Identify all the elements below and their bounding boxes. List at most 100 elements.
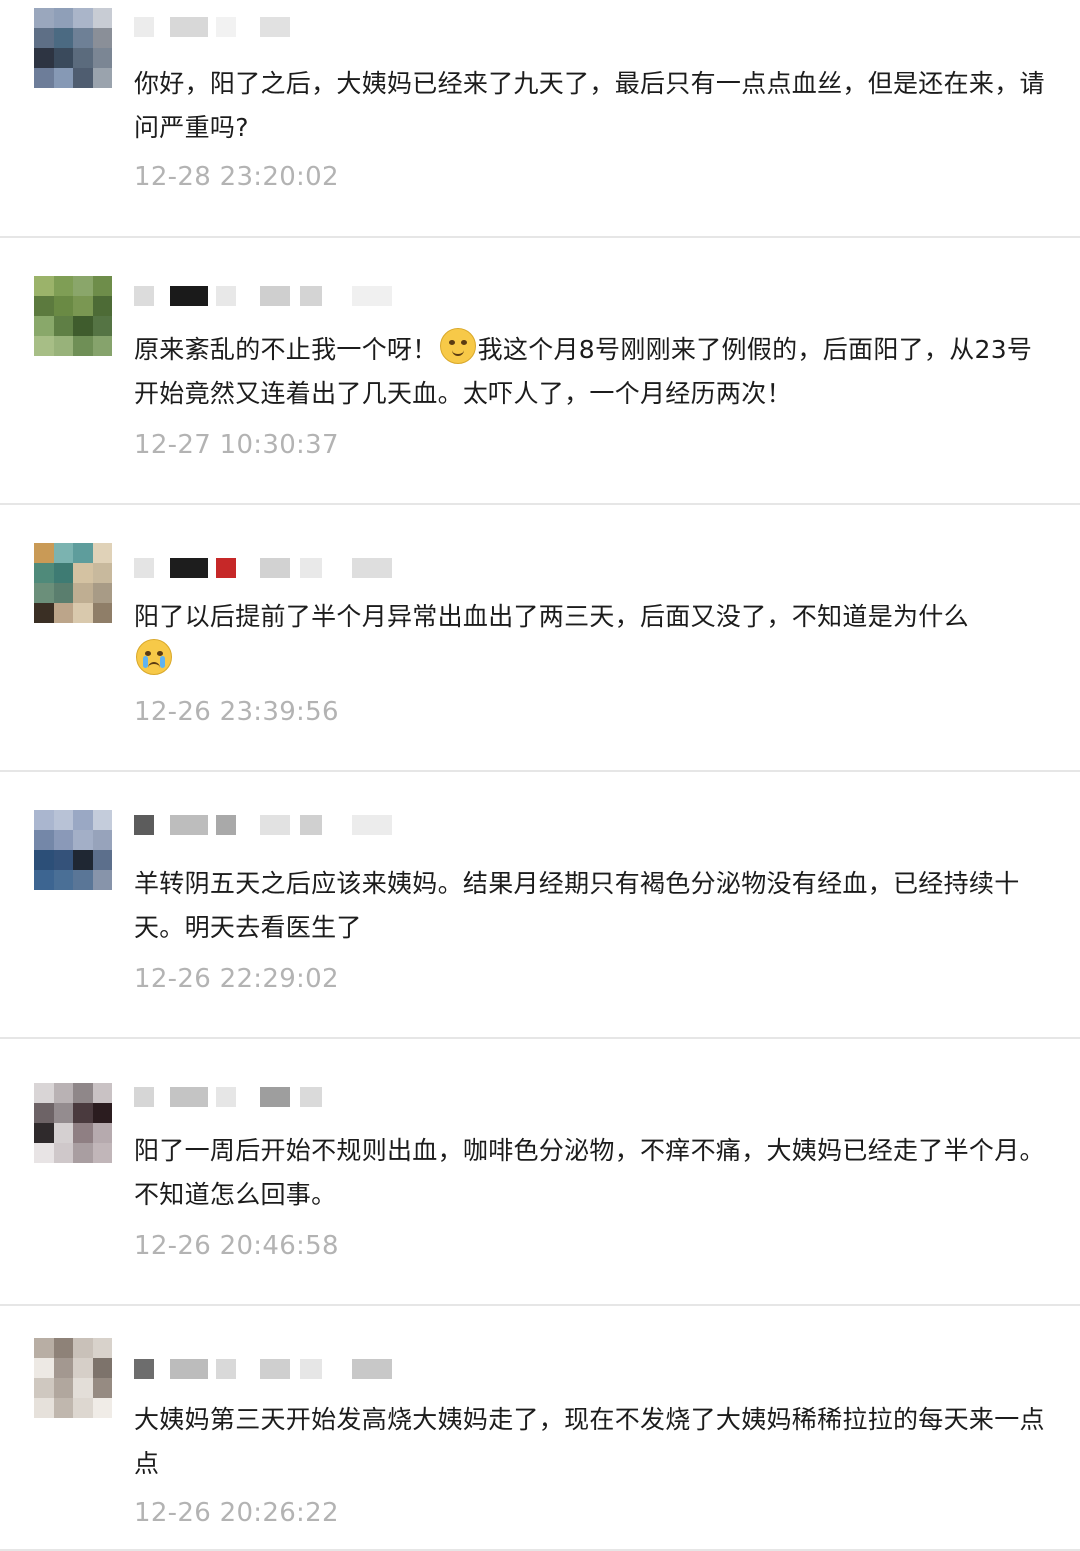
name-pixel — [260, 815, 290, 835]
name-pixel — [216, 558, 236, 578]
avatar-pixel — [34, 1083, 54, 1103]
name-pixel — [260, 17, 290, 37]
avatar-pixel — [92, 1143, 112, 1163]
avatar-pixel — [92, 1123, 112, 1143]
avatar[interactable] — [34, 276, 112, 356]
avatar-pixel — [34, 1398, 54, 1418]
avatar-pixel — [92, 870, 112, 890]
avatar-pixel — [73, 336, 93, 356]
avatar[interactable] — [34, 8, 112, 88]
avatar[interactable] — [34, 1083, 112, 1163]
name-pixel — [300, 558, 322, 578]
name-pixel — [300, 1087, 322, 1107]
avatar-pixel — [34, 48, 54, 68]
avatar[interactable] — [34, 543, 112, 623]
blurred-username[interactable] — [134, 1358, 404, 1380]
avatar-pixel — [92, 276, 112, 296]
avatar-pixel — [34, 1123, 54, 1143]
avatar-pixel — [92, 543, 112, 563]
name-pixel — [216, 286, 236, 306]
comment-item: 阳了一周后开始不规则出血，咖啡色分泌物，不痒不痛，大姨妈已经走了半个月。不知道怎… — [0, 1039, 1080, 1306]
blurred-username[interactable] — [134, 814, 404, 836]
comment-text: 大姨妈第三天开始发高烧大姨妈走了，现在不发烧了大姨妈稀稀拉拉的每天来一点点 — [134, 1405, 1045, 1478]
name-pixel — [170, 558, 208, 578]
avatar-pixel — [34, 296, 54, 316]
avatar-pixel — [73, 68, 93, 88]
avatar-pixel — [92, 1398, 112, 1418]
avatar-pixel — [73, 543, 93, 563]
comment-text: 阳了以后提前了半个月异常出血出了两三天，后面又没了，不知道是为什么 — [134, 595, 1046, 683]
avatar-pixel — [34, 1378, 54, 1398]
avatar[interactable] — [34, 1338, 112, 1418]
rolling-eyes-emoji-icon — [439, 328, 476, 364]
avatar-pixel — [73, 1083, 93, 1103]
avatar-pixel — [53, 1103, 73, 1123]
avatar-pixel — [92, 810, 112, 830]
avatar-pixel — [92, 850, 112, 870]
comment-item: 原来紊乱的不止我一个呀！ 我这个月8号刚刚来了例假的，后面阳了，从23号开始竟然又… — [0, 238, 1080, 505]
comment-text: 你好，阳了之后，大姨妈已经来了九天了，最后只有一点点血丝，但是还在来，请问严重吗… — [134, 69, 1045, 142]
name-pixel — [170, 17, 208, 37]
avatar-pixel — [73, 48, 93, 68]
avatar-pixel — [34, 1338, 54, 1358]
avatar-pixel — [92, 48, 112, 68]
blurred-username[interactable] — [134, 557, 404, 579]
avatar[interactable] — [34, 810, 112, 890]
blurred-username[interactable] — [134, 1086, 352, 1108]
name-pixel — [134, 286, 154, 306]
avatar-pixel — [92, 1358, 112, 1378]
comment-item: 羊转阴五天之后应该来姨妈。结果月经期只有褐色分泌物没有经血，已经持续十天。明天去… — [0, 772, 1080, 1039]
avatar-pixel — [73, 1338, 93, 1358]
avatar-pixel — [53, 603, 73, 623]
avatar-pixel — [34, 68, 54, 88]
avatar-pixel — [73, 603, 93, 623]
name-pixel — [134, 17, 154, 37]
avatar-pixel — [73, 1143, 93, 1163]
avatar-pixel — [53, 316, 73, 336]
avatar-pixel — [53, 830, 73, 850]
comment-item: 你好，阳了之后，大姨妈已经来了九天了，最后只有一点点血丝，但是还在来，请问严重吗… — [0, 0, 1080, 238]
comment-timestamp: 12-26 20:26:22 — [134, 1498, 339, 1528]
avatar-pixel — [92, 1083, 112, 1103]
avatar-pixel — [53, 563, 73, 583]
name-pixel — [216, 17, 236, 37]
avatar-pixel — [53, 276, 73, 296]
avatar-pixel — [34, 810, 54, 830]
avatar-pixel — [92, 296, 112, 316]
avatar-pixel — [53, 1398, 73, 1418]
name-pixel — [216, 815, 236, 835]
name-pixel — [300, 1359, 322, 1379]
avatar-pixel — [34, 563, 54, 583]
name-pixel — [300, 815, 322, 835]
name-pixel — [352, 558, 392, 578]
name-pixel — [134, 1087, 154, 1107]
avatar-pixel — [92, 830, 112, 850]
comment-text: 原来紊乱的不止我一个呀！ 我这个月8号刚刚来了例假的，后面阳了，从23号开始竟然又… — [134, 328, 1046, 416]
comment-timestamp: 12-26 20:46:58 — [134, 1231, 339, 1261]
avatar-pixel — [73, 810, 93, 830]
avatar-pixel — [92, 28, 112, 48]
avatar-pixel — [53, 1358, 73, 1378]
avatar-pixel — [92, 583, 112, 603]
comment-item: 大姨妈第三天开始发高烧大姨妈走了，现在不发烧了大姨妈稀稀拉拉的每天来一点点 12… — [0, 1306, 1080, 1551]
avatar-pixel — [92, 1103, 112, 1123]
avatar-pixel — [53, 583, 73, 603]
avatar-pixel — [34, 830, 54, 850]
comment-text: 阳了一周后开始不规则出血，咖啡色分泌物，不痒不痛，大姨妈已经走了半个月。不知道怎… — [134, 1136, 1045, 1209]
crying-emoji-icon — [136, 639, 172, 675]
avatar-pixel — [34, 543, 54, 563]
avatar-pixel — [92, 68, 112, 88]
name-pixel — [300, 286, 322, 306]
name-pixel — [260, 286, 290, 306]
avatar-pixel — [53, 870, 73, 890]
blurred-username[interactable] — [134, 16, 300, 38]
avatar-pixel — [92, 1338, 112, 1358]
blurred-username[interactable] — [134, 285, 404, 307]
name-pixel — [170, 1359, 208, 1379]
avatar-pixel — [53, 8, 73, 28]
name-pixel — [134, 1359, 154, 1379]
avatar-pixel — [73, 583, 93, 603]
avatar-pixel — [34, 8, 54, 28]
name-pixel — [170, 1087, 208, 1107]
name-pixel — [170, 286, 208, 306]
